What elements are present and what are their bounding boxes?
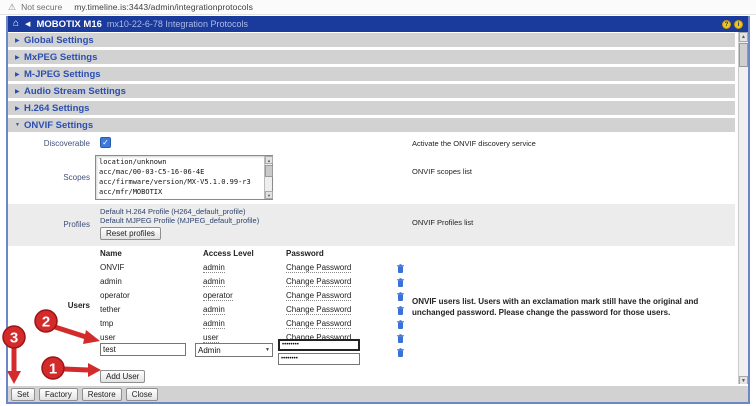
table-row: ONVIF admin Change Password bbox=[100, 263, 420, 276]
column-access-level: Access Level bbox=[203, 249, 254, 258]
user-name: user bbox=[100, 333, 116, 342]
reset-profiles-button[interactable]: Reset profiles bbox=[100, 227, 161, 240]
column-password: Password bbox=[286, 249, 324, 258]
user-name: admin bbox=[100, 277, 122, 286]
change-password-link[interactable]: Change Password bbox=[286, 291, 351, 301]
section-h264-settings[interactable]: ▶ H.264 Settings bbox=[8, 101, 735, 115]
users-table-header: Users Name Access Level Password ONVIF u… bbox=[8, 249, 735, 261]
section-onvif-settings[interactable]: ▼ ONVIF Settings bbox=[8, 118, 735, 132]
scopes-label: Scopes bbox=[8, 173, 90, 182]
scroll-up-icon[interactable]: ▲ bbox=[739, 32, 748, 42]
chevron-right-icon: ▶ bbox=[15, 54, 24, 61]
restore-button[interactable]: Restore bbox=[82, 388, 122, 401]
new-user-password-confirm-input[interactable] bbox=[278, 353, 360, 365]
user-access-level[interactable]: operator bbox=[203, 291, 233, 301]
scroll-thumb[interactable] bbox=[265, 165, 273, 177]
section-mjpeg-settings[interactable]: ▶ M-JPEG Settings bbox=[8, 67, 735, 81]
table-row: tether admin Change Password bbox=[100, 305, 420, 318]
delete-user-icon[interactable] bbox=[397, 264, 404, 275]
browser-address-bar[interactable]: ⚠ Not secure my.timeline.is:3443/admin/i… bbox=[0, 0, 756, 15]
profiles-description: ONVIF Profiles list bbox=[412, 218, 734, 228]
factory-button[interactable]: Factory bbox=[39, 388, 78, 401]
discoverable-label: Discoverable bbox=[8, 139, 90, 148]
user-name: operator bbox=[100, 291, 130, 300]
user-access-level[interactable]: admin bbox=[203, 305, 225, 315]
selected-access-level: Admin bbox=[198, 346, 221, 355]
user-name: ONVIF bbox=[100, 263, 124, 272]
info-icon[interactable]: i bbox=[734, 20, 743, 29]
change-password-link[interactable]: Change Password bbox=[286, 277, 351, 287]
chevron-right-icon: ▶ bbox=[15, 71, 24, 78]
delete-user-icon[interactable] bbox=[397, 306, 404, 317]
chevron-right-icon: ▶ bbox=[15, 37, 24, 44]
scopes-scrollbar[interactable]: ▲ ▼ bbox=[264, 156, 272, 199]
chevron-right-icon: ▶ bbox=[15, 88, 24, 95]
column-name: Name bbox=[100, 249, 122, 258]
back-arrow-icon[interactable]: ◀ bbox=[25, 21, 30, 28]
section-label: Global Settings bbox=[24, 35, 94, 46]
close-button[interactable]: Close bbox=[126, 388, 158, 401]
section-label: Audio Stream Settings bbox=[24, 86, 126, 97]
page-scrollbar[interactable]: ▲ ▼ bbox=[738, 32, 748, 386]
profiles-label: Profiles bbox=[8, 220, 90, 229]
footer-button-bar: Set Factory Restore Close bbox=[8, 384, 748, 402]
new-user-access-level-select[interactable]: Admin ▼ bbox=[195, 343, 273, 357]
scopes-description: ONVIF scopes list bbox=[412, 167, 734, 177]
profile-default-h264: Default H.264 Profile (H264_default_prof… bbox=[100, 207, 246, 216]
page: ⚠ Not secure my.timeline.is:3443/admin/i… bbox=[0, 0, 756, 406]
app-titlebar: ⌂ ◀ MOBOTIX M16 mx10-22-6-78 Integration… bbox=[8, 16, 748, 32]
delete-user-icon[interactable] bbox=[397, 292, 404, 303]
scroll-down-icon[interactable]: ▼ bbox=[265, 191, 273, 199]
section-label: MxPEG Settings bbox=[24, 52, 97, 63]
table-row: admin admin Change Password bbox=[100, 277, 420, 290]
delete-user-icon[interactable] bbox=[397, 344, 404, 362]
section-label: H.264 Settings bbox=[24, 103, 89, 114]
change-password-link[interactable]: Change Password bbox=[286, 319, 351, 329]
user-name: tether bbox=[100, 305, 120, 314]
table-row: operator operator Change Password bbox=[100, 291, 420, 304]
section-label: M-JPEG Settings bbox=[24, 69, 101, 80]
change-password-link[interactable]: Change Password bbox=[286, 263, 351, 273]
users-description: ONVIF users list. Users with an exclamat… bbox=[412, 297, 734, 319]
profiles-row: Profiles Default H.264 Profile (H264_def… bbox=[8, 204, 735, 246]
chevron-right-icon: ▶ bbox=[15, 105, 24, 112]
set-button[interactable]: Set bbox=[11, 388, 35, 401]
address-url[interactable]: my.timeline.is:3443/admin/integrationpro… bbox=[74, 2, 253, 12]
discoverable-description: Activate the ONVIF discovery service bbox=[412, 139, 734, 149]
user-name: tmp bbox=[100, 319, 113, 328]
help-icon[interactable]: ? bbox=[722, 20, 731, 29]
section-mxpeg-settings[interactable]: ▶ MxPEG Settings bbox=[8, 50, 735, 64]
delete-user-icon[interactable] bbox=[397, 278, 404, 289]
table-row: tmp admin Change Password bbox=[100, 319, 420, 332]
new-user-password-input[interactable] bbox=[278, 339, 360, 351]
chevron-down-icon: ▼ bbox=[15, 122, 24, 128]
user-access-level[interactable]: admin bbox=[203, 263, 225, 273]
scroll-up-icon[interactable]: ▲ bbox=[265, 156, 273, 164]
not-secure-warning-icon: ⚠ bbox=[8, 3, 16, 12]
change-password-link[interactable]: Change Password bbox=[286, 305, 351, 315]
new-user-name-input[interactable] bbox=[100, 343, 186, 356]
profile-default-mjpeg: Default MJPEG Profile (MJPEG_default_pro… bbox=[100, 216, 259, 225]
user-access-level[interactable]: admin bbox=[203, 319, 225, 329]
scroll-thumb[interactable] bbox=[739, 43, 748, 67]
users-label: Users bbox=[8, 301, 90, 310]
user-access-level[interactable]: user bbox=[203, 333, 219, 343]
delete-user-icon[interactable] bbox=[397, 320, 404, 331]
not-secure-label: Not secure bbox=[21, 2, 62, 12]
page-title: mx10-22-6-78 Integration Protocols bbox=[107, 19, 248, 29]
section-label: ONVIF Settings bbox=[24, 120, 93, 131]
camera-admin-window: ⌂ ◀ MOBOTIX M16 mx10-22-6-78 Integration… bbox=[6, 16, 750, 404]
section-global-settings[interactable]: ▶ Global Settings bbox=[8, 33, 735, 47]
add-user-button[interactable]: Add User bbox=[100, 370, 145, 383]
discoverable-checkbox[interactable]: ✓ bbox=[100, 137, 111, 148]
scopes-textarea[interactable]: location/unknown acc/mac/00-03-C5-16-06-… bbox=[95, 155, 273, 200]
discoverable-row: Discoverable ✓ Activate the ONVIF discov… bbox=[8, 137, 735, 155]
dropdown-arrow-icon: ▼ bbox=[265, 347, 270, 353]
section-audio-stream-settings[interactable]: ▶ Audio Stream Settings bbox=[8, 84, 735, 98]
home-icon[interactable]: ⌂ bbox=[13, 19, 19, 29]
user-access-level[interactable]: admin bbox=[203, 277, 225, 287]
scopes-row: Scopes location/unknown acc/mac/00-03-C5… bbox=[8, 155, 735, 203]
camera-model-title: MOBOTIX M16 bbox=[36, 19, 101, 30]
